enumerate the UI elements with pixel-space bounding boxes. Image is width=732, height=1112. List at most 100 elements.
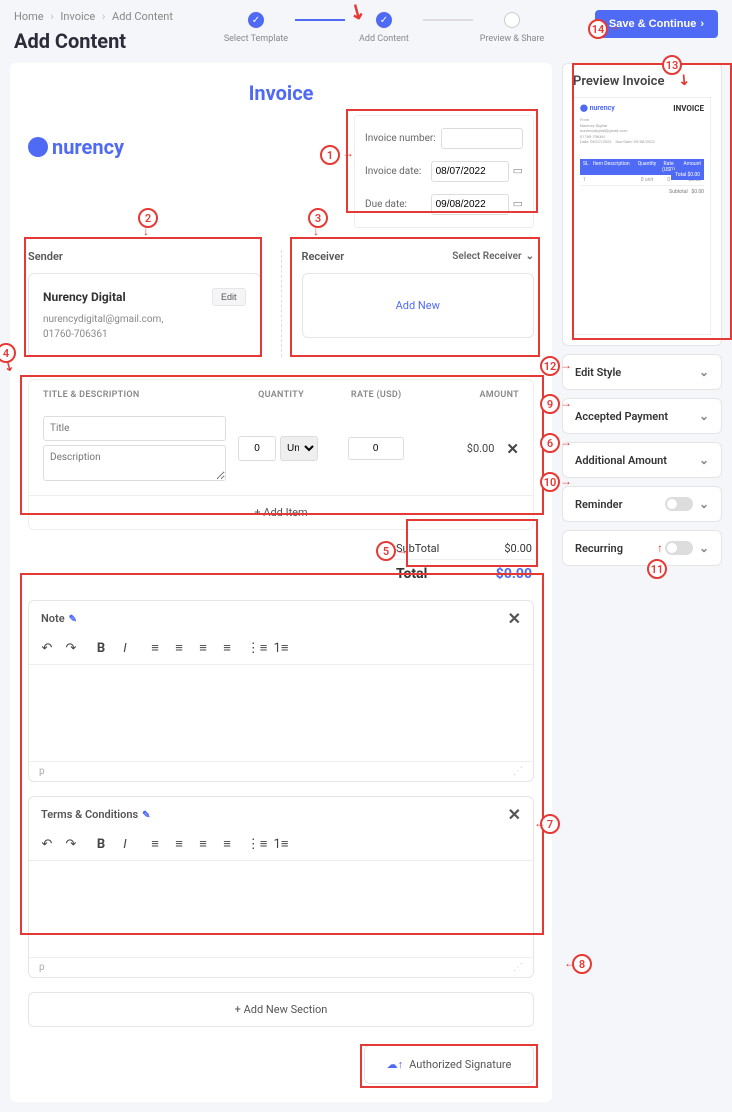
breadcrumb-home[interactable]: Home (14, 10, 44, 23)
chevron-down-icon: ⌄ (699, 409, 709, 423)
authorized-signature-button[interactable]: ☁↑ Authorized Signature (364, 1045, 534, 1084)
mini-invoice-label: INVOICE (673, 104, 704, 113)
totals-block: SubTotal $0.00 Total $0.00 (394, 538, 534, 586)
note-toolbar: ↶ ↷ B I ≡ ≡ ≡ ≡ ⋮≡ 1≡ (29, 636, 533, 665)
reminder-panel[interactable]: Reminder ⌄ (562, 486, 722, 522)
col-header-amount: Amount (424, 390, 519, 400)
remove-item-button[interactable]: ✕ (506, 440, 519, 458)
bullet-list-icon[interactable]: ⋮≡ (249, 640, 265, 656)
item-amount: $0.00 (467, 442, 495, 455)
calendar-icon[interactable]: ▭ (513, 197, 523, 210)
annotation-arrow: ↓ (143, 224, 149, 238)
add-item-button[interactable]: + Add Item (29, 495, 533, 529)
receiver-card: Add New (302, 273, 535, 338)
recurring-panel[interactable]: Recurring ⌄ (562, 530, 722, 566)
number-list-icon[interactable]: 1≡ (273, 836, 289, 852)
mini-invoice-preview: ⬤ nurency INVOICE FromNurency Digitalnur… (573, 97, 711, 335)
step-preview-share-label: Preview & Share (480, 34, 544, 44)
note-textarea[interactable] (29, 665, 533, 761)
sender-name: Nurency Digital (43, 290, 126, 304)
item-unit-select[interactable]: Unit (280, 436, 318, 461)
pencil-icon[interactable]: ✎ (69, 614, 77, 625)
brand-logo: nurency (28, 135, 124, 159)
annotation-arrow: → (560, 435, 572, 449)
align-left-icon[interactable]: ≡ (147, 640, 163, 656)
annotation-arrow: ↑ (657, 541, 663, 555)
subtotal-value: $0.00 (504, 542, 532, 555)
calendar-icon[interactable]: ▭ (513, 164, 523, 177)
bullet-list-icon[interactable]: ⋮≡ (249, 836, 265, 852)
chevron-down-icon: ⌄ (699, 365, 709, 379)
undo-icon[interactable]: ↶ (39, 837, 55, 852)
callout-13: 13 (662, 55, 682, 75)
stepper: ✓ Select Template ✓ Add Content Preview … (217, 12, 551, 44)
align-center-icon[interactable]: ≡ (171, 836, 187, 852)
step-preview-share-icon (504, 12, 520, 28)
sender-title: Sender (28, 250, 261, 263)
terms-path: p (39, 962, 45, 973)
bold-icon[interactable]: B (93, 641, 109, 656)
italic-icon[interactable]: I (117, 837, 133, 852)
edit-style-panel[interactable]: Edit Style⌄ (562, 354, 722, 390)
terms-textarea[interactable] (29, 861, 533, 957)
resize-handle-icon[interactable]: ⋰ (513, 766, 523, 777)
accepted-payment-panel[interactable]: Accepted Payment⌄ (562, 398, 722, 434)
logo-icon (28, 137, 48, 157)
item-title-input[interactable] (43, 416, 226, 441)
align-justify-icon[interactable]: ≡ (219, 836, 235, 852)
callout-5: 5 (376, 541, 396, 561)
annotation-arrow: → (396, 543, 408, 557)
callout-9: 9 (540, 394, 560, 414)
align-justify-icon[interactable]: ≡ (219, 640, 235, 656)
item-rate-input[interactable] (348, 437, 404, 460)
due-date-label: Due date: (365, 199, 407, 210)
note-editor: Note✎ ✕ ↶ ↷ B I ≡ ≡ ≡ ≡ ⋮ (28, 600, 534, 782)
italic-icon[interactable]: I (117, 641, 133, 656)
number-list-icon[interactable]: 1≡ (273, 640, 289, 656)
breadcrumb-current: Add Content (112, 10, 173, 23)
annotation-arrow: → (560, 396, 572, 410)
undo-icon[interactable]: ↶ (39, 641, 55, 656)
redo-icon[interactable]: ↷ (63, 641, 79, 656)
align-right-icon[interactable]: ≡ (195, 836, 211, 852)
note-close-button[interactable]: ✕ (508, 609, 521, 628)
sender-phone: 01760-706361 (43, 327, 246, 342)
invoice-date-input[interactable] (431, 161, 509, 182)
step-select-template-icon: ✓ (248, 12, 264, 28)
invoice-number-input[interactable] (441, 128, 523, 149)
bold-icon[interactable]: B (93, 837, 109, 852)
terms-title: Terms & Conditions (41, 808, 138, 821)
sender-email: nurencydigital@gmail.com, (43, 312, 246, 327)
redo-icon[interactable]: ↷ (63, 837, 79, 852)
callout-12: 12 (540, 356, 560, 376)
callout-10: 10 (540, 472, 560, 492)
invoice-meta-panel: Invoice number: Invoice date: ▭ Due date… (354, 115, 534, 228)
annotation-arrow: ← (534, 816, 546, 830)
pencil-icon[interactable]: ✎ (142, 810, 150, 821)
item-description-input[interactable] (43, 445, 226, 481)
page-title: Add Content (14, 29, 173, 53)
callout-14: 14 (588, 19, 608, 39)
additional-amount-panel[interactable]: Additional Amount⌄ (562, 442, 722, 478)
callout-11: 11 (647, 559, 667, 579)
terms-close-button[interactable]: ✕ (508, 805, 521, 824)
mini-logo: ⬤ nurency (580, 104, 615, 113)
item-quantity-input[interactable] (238, 436, 276, 461)
items-table: Title & Description Quantity Rate (USD) … (28, 379, 534, 530)
align-center-icon[interactable]: ≡ (171, 640, 187, 656)
chevron-down-icon: ⌄ (699, 497, 709, 511)
col-header-quantity: Quantity (233, 390, 328, 400)
select-receiver-dropdown[interactable]: Select Receiver ⌄ (452, 251, 534, 262)
align-left-icon[interactable]: ≡ (147, 836, 163, 852)
align-right-icon[interactable]: ≡ (195, 640, 211, 656)
reminder-toggle[interactable] (665, 497, 693, 511)
recurring-toggle[interactable] (665, 541, 693, 555)
add-new-receiver-button[interactable]: Add New (396, 299, 440, 312)
annotation-arrow: → (560, 358, 572, 372)
step-add-content-label: Add Content (359, 34, 409, 44)
edit-sender-button[interactable]: Edit (212, 288, 246, 306)
breadcrumb-invoice[interactable]: Invoice (60, 10, 95, 23)
add-section-button[interactable]: + Add New Section (28, 992, 534, 1027)
resize-handle-icon[interactable]: ⋰ (513, 962, 523, 973)
due-date-input[interactable] (431, 194, 509, 215)
